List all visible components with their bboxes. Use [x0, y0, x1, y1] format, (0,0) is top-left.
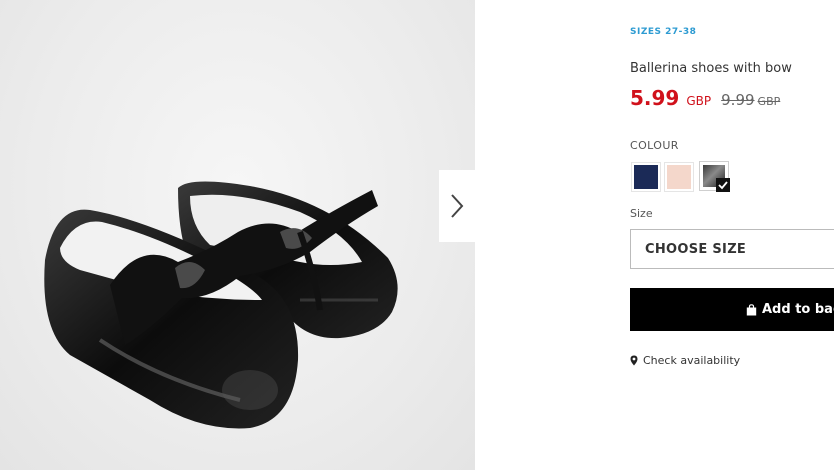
add-to-bag-label: Add to bag — [762, 302, 834, 317]
chevron-right-icon — [451, 194, 464, 218]
colour-swatch-pink[interactable] — [664, 162, 694, 192]
check-icon — [716, 178, 730, 192]
price-row: 5.99 GBP 9.99 GBP — [630, 86, 780, 110]
product-title: Ballerina shoes with bow — [630, 61, 792, 76]
colour-swatch-black[interactable] — [699, 161, 730, 192]
bag-icon — [746, 303, 757, 316]
old-price: 9.99 — [721, 91, 755, 109]
product-photo — [44, 181, 398, 429]
current-price-currency: GBP — [686, 94, 712, 108]
current-price: 5.99 — [630, 86, 680, 110]
old-price-currency: GBP — [757, 95, 781, 108]
sizes-tag: SIZES 27-38 — [630, 27, 697, 37]
add-to-bag-button[interactable]: Add to bag — [630, 288, 834, 331]
size-select-value: CHOOSE SIZE — [645, 241, 747, 257]
colour-label: COLOUR — [630, 139, 679, 152]
location-pin-icon — [630, 355, 638, 366]
check-availability-label: Check availability — [643, 354, 741, 367]
product-gallery — [0, 0, 475, 470]
size-select[interactable]: CHOOSE SIZE — [630, 229, 834, 269]
check-availability-link[interactable]: Check availability — [630, 354, 740, 367]
colour-swatch-navy[interactable] — [631, 162, 661, 192]
gallery-next-button[interactable] — [439, 170, 475, 242]
size-label: Size — [630, 207, 653, 220]
